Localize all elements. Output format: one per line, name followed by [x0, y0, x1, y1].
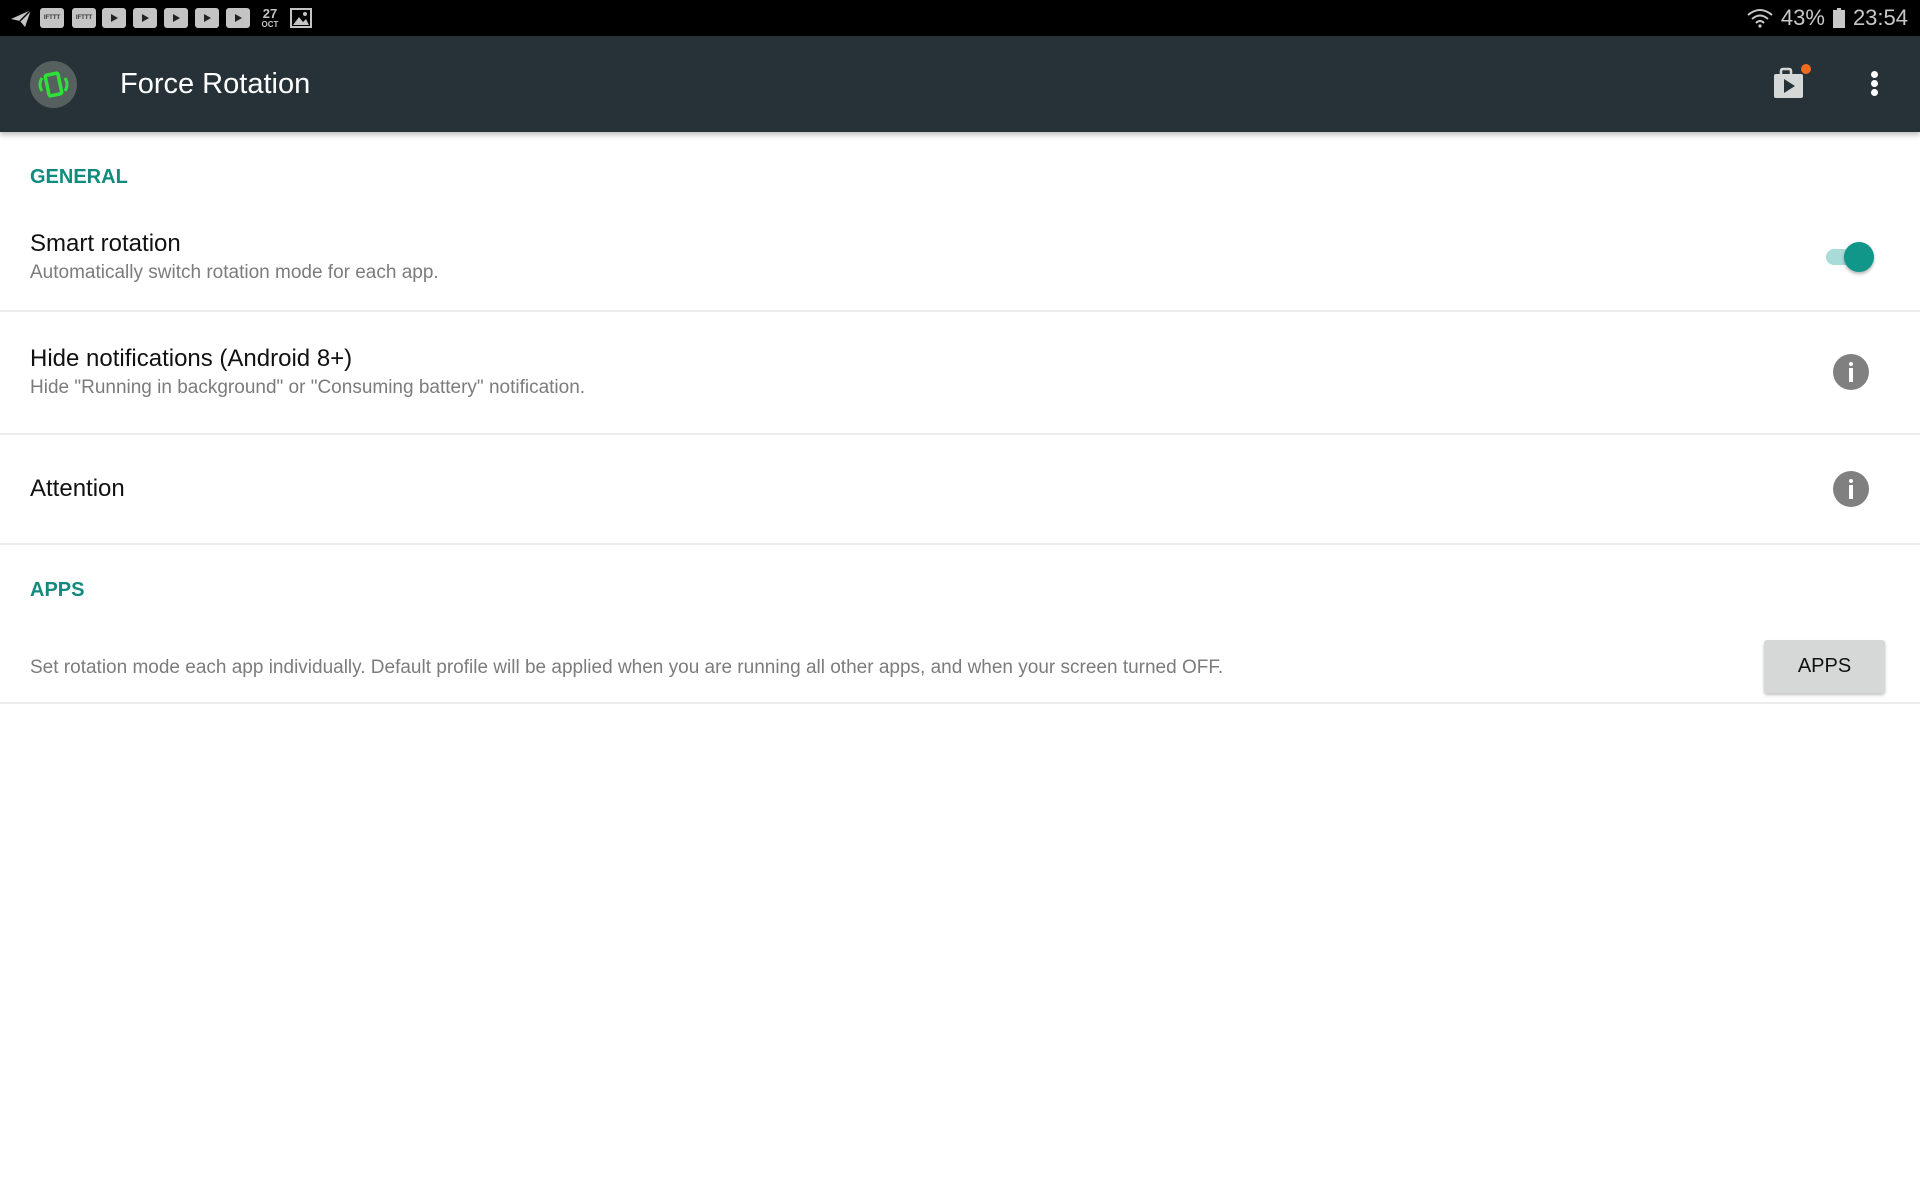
app-title: Force Rotation — [120, 68, 311, 100]
telegram-icon — [11, 9, 32, 27]
smart-rotation-toggle[interactable] — [1824, 238, 1878, 274]
dot — [1871, 71, 1878, 78]
setting-title: Smart rotation — [30, 230, 181, 257]
status-right: 43% 23:54 — [1747, 0, 1908, 36]
gallery-icon — [290, 8, 312, 28]
overflow-menu-button[interactable] — [1852, 60, 1896, 108]
youtube-icon — [133, 8, 157, 28]
setting-hide-notifications[interactable]: Hide notifications (Android 8+) Hide "Ru… — [0, 312, 1920, 435]
toggle-thumb — [1844, 242, 1874, 272]
battery-percent: 43% — [1780, 5, 1825, 30]
section-header-general: GENERAL — [30, 166, 128, 188]
youtube-icon — [195, 8, 219, 28]
apps-button[interactable]: APPS — [1764, 640, 1885, 693]
info-icon[interactable] — [1833, 471, 1869, 507]
setting-subtitle: Automatically switch rotation mode for e… — [30, 262, 439, 283]
setting-attention[interactable]: Attention — [0, 435, 1920, 545]
apps-description: Set rotation mode each app individually.… — [30, 657, 1224, 678]
apps-row: Set rotation mode each app individually.… — [0, 610, 1920, 704]
ifttt-icon: IFTTT — [40, 8, 64, 28]
calendar-month: OCT — [261, 20, 279, 29]
play-store-icon — [1774, 64, 1811, 98]
screen-rotation-icon — [38, 71, 69, 98]
calendar-day: 27 — [262, 6, 278, 21]
notification-badge — [1801, 64, 1811, 74]
setting-subtitle: Hide "Running in background" or "Consumi… — [30, 377, 586, 398]
play-store-button[interactable] — [1768, 62, 1812, 106]
info-icon[interactable] — [1833, 354, 1869, 390]
clock: 23:54 — [1852, 5, 1908, 30]
section-header-apps: APPS — [30, 579, 85, 601]
setting-title: Hide notifications (Android 8+) — [30, 345, 353, 372]
youtube-icon — [226, 8, 250, 28]
app-logo — [30, 61, 77, 108]
status-bar: IFTTT IFTTT 27 OCT 43% 23:54 — [0, 0, 1920, 36]
battery-icon — [1832, 8, 1845, 28]
app-bar: Force Rotation — [0, 36, 1920, 132]
wifi-icon — [1747, 9, 1773, 28]
youtube-icon — [102, 8, 126, 28]
dot — [1871, 89, 1878, 96]
ifttt-icon: IFTTT — [72, 8, 96, 28]
setting-smart-rotation[interactable]: Smart rotation Automatically switch rota… — [0, 212, 1920, 312]
setting-title: Attention — [30, 475, 125, 502]
youtube-icon — [164, 8, 188, 28]
calendar-icon: 27 OCT — [258, 6, 282, 29]
dot — [1871, 80, 1878, 87]
